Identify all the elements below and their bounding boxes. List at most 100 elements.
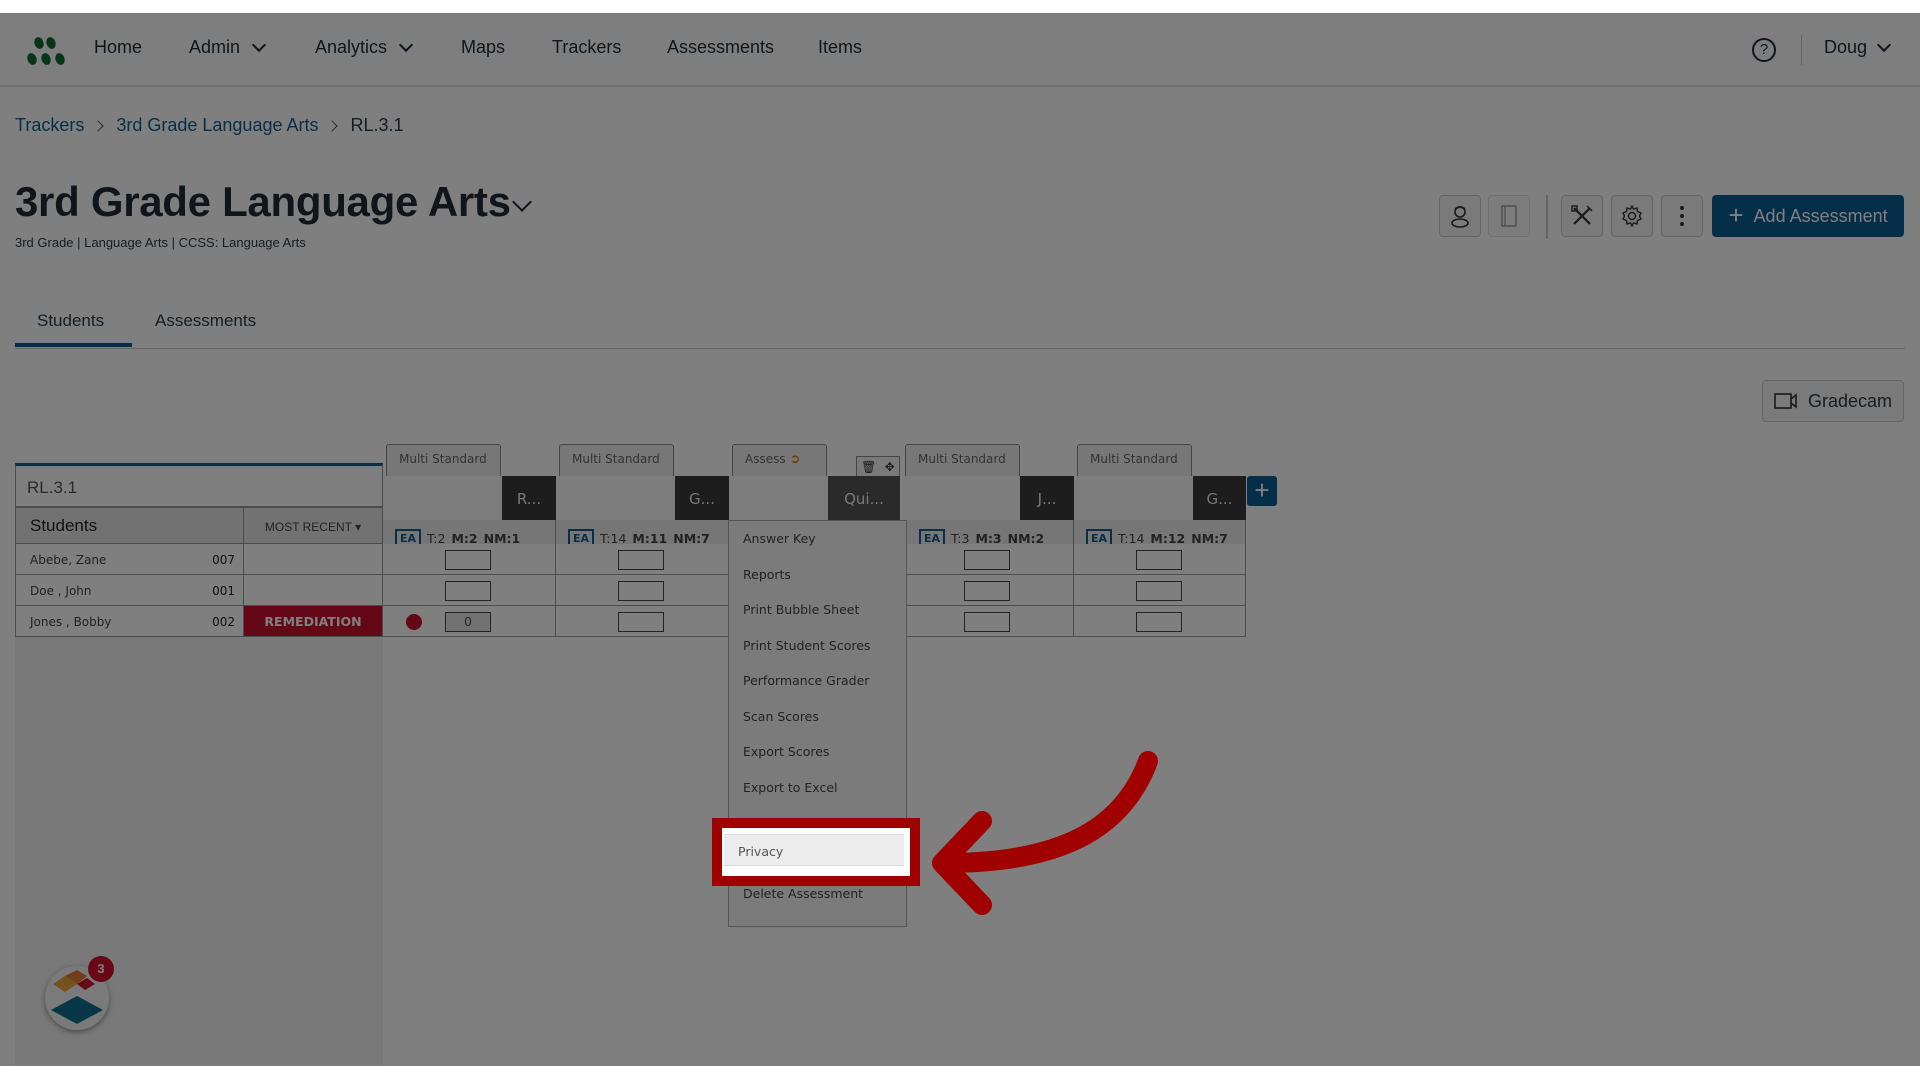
page-subtitle: 3rd Grade | Language Arts | CCSS: Langua… xyxy=(15,235,306,250)
student-row[interactable]: Doe , John 001 xyxy=(15,575,383,606)
chevron-down-icon xyxy=(251,37,267,52)
score-cell xyxy=(902,606,1074,637)
nav-trackers[interactable]: Trackers xyxy=(552,37,621,58)
toolbar-divider xyxy=(1546,195,1548,239)
add-column-button[interactable]: + xyxy=(1247,476,1277,506)
more-options-button[interactable] xyxy=(1661,195,1703,237)
notebook-button[interactable] xyxy=(1488,195,1530,237)
score-input[interactable] xyxy=(445,550,491,570)
score-input[interactable] xyxy=(964,581,1010,601)
nav-assessments[interactable]: Assessments xyxy=(667,37,774,58)
score-input[interactable] xyxy=(1136,581,1182,601)
score-cell: 0 xyxy=(383,606,556,637)
gradecam-button[interactable]: Gradecam xyxy=(1762,380,1904,422)
question-circle-icon[interactable]: ? xyxy=(1752,38,1776,62)
user-menu[interactable]: Doug xyxy=(1824,37,1892,58)
column-type-tab[interactable]: Multi Standard xyxy=(1077,444,1192,476)
nav-items-label: Items xyxy=(818,37,863,57)
score-input[interactable] xyxy=(1136,550,1182,570)
assessment-name-cell[interactable]: J... xyxy=(1020,476,1074,520)
score-input[interactable]: 0 xyxy=(445,612,491,632)
nav-maps[interactable]: Maps xyxy=(461,37,505,58)
page: Home Admin Analytics Maps Trackers Asses… xyxy=(0,13,1920,1066)
score-input[interactable] xyxy=(618,550,664,570)
column-type-tab[interactable]: Multi Standard xyxy=(559,444,674,476)
breadcrumb-current: RL.3.1 xyxy=(350,115,404,135)
column-action-tray: 🗑 ✥ xyxy=(856,456,900,476)
help-widget[interactable]: 3 xyxy=(45,956,114,1030)
sort-most-recent-dropdown[interactable]: MOST RECENT ▾ xyxy=(244,507,383,544)
column-type-tab[interactable]: Multi Standard xyxy=(905,444,1020,476)
score-input[interactable] xyxy=(964,612,1010,632)
student-name-cell[interactable]: Doe , John 001 xyxy=(15,575,244,606)
standard-label: RL.3.1 xyxy=(15,463,383,507)
title-dropdown-chevron-icon[interactable] xyxy=(512,192,532,212)
menu-item-print-student-scores[interactable]: Print Student Scores xyxy=(729,628,906,664)
score-input[interactable] xyxy=(964,550,1010,570)
tab-students[interactable]: Students xyxy=(37,311,104,331)
chevron-right-icon xyxy=(326,119,339,132)
assessment-name-cell[interactable]: R... xyxy=(502,476,556,520)
score-input[interactable] xyxy=(445,581,491,601)
student-status-cell xyxy=(244,575,383,606)
student-view-button[interactable] xyxy=(1439,195,1481,237)
menu-item-reports[interactable]: Reports xyxy=(729,557,906,593)
column-header xyxy=(1074,476,1193,520)
chevron-down-icon xyxy=(398,37,414,52)
more-vertical-icon xyxy=(1680,206,1684,226)
nav-analytics-label: Analytics xyxy=(315,37,388,57)
tools-button[interactable] xyxy=(1561,195,1603,237)
students-header: Students xyxy=(15,507,244,544)
menu-item-export-to-excel[interactable]: Export to Excel xyxy=(729,770,906,806)
score-cell xyxy=(556,606,729,637)
move-icon[interactable]: ✥ xyxy=(885,460,895,474)
tab-assessments[interactable]: Assessments xyxy=(155,311,256,331)
caret-down-icon: ▾ xyxy=(355,520,362,534)
student-row[interactable]: Jones , Bobby 002 REMEDIATION xyxy=(15,606,383,637)
logo-icon[interactable] xyxy=(26,35,70,67)
nav-home[interactable]: Home xyxy=(94,37,142,58)
nav-items[interactable]: Items xyxy=(818,37,862,58)
chevron-right-icon xyxy=(92,119,105,132)
menu-item-performance-grader[interactable]: Performance Grader xyxy=(729,663,906,699)
assessment-name-cell[interactable]: G... xyxy=(675,476,729,520)
student-row[interactable]: Abebe, Zane 007 xyxy=(15,544,383,575)
menu-item-answer-key[interactable]: Answer Key xyxy=(729,521,906,557)
score-input[interactable] xyxy=(618,581,664,601)
score-input[interactable] xyxy=(1136,612,1182,632)
column-type-tab[interactable]: Multi Standard xyxy=(386,444,501,476)
column-header xyxy=(729,476,828,520)
score-input[interactable] xyxy=(618,612,664,632)
menu-item-privacy-highlighted[interactable]: Privacy xyxy=(724,834,904,866)
highlight-box: Privacy xyxy=(712,818,920,886)
tools-icon xyxy=(1571,205,1593,225)
gear-icon xyxy=(1622,204,1642,228)
score-cell xyxy=(902,544,1074,575)
menu-item-scan-scores[interactable]: Scan Scores xyxy=(729,699,906,735)
score-cell xyxy=(556,575,729,606)
student-name: Abebe, Zane xyxy=(30,553,107,567)
breadcrumb-trackers[interactable]: Trackers xyxy=(15,115,84,136)
nav-admin[interactable]: Admin xyxy=(189,37,267,58)
breadcrumb-tracker[interactable]: 3rd Grade Language Arts xyxy=(116,115,318,136)
settings-button[interactable] xyxy=(1611,195,1653,237)
notification-badge: 3 xyxy=(88,956,114,982)
assessment-name-cell[interactable]: G... xyxy=(1193,476,1246,520)
nav-maps-label: Maps xyxy=(461,37,506,57)
score-cell xyxy=(1074,606,1246,637)
top-nav: Home Admin Analytics Maps Trackers Asses… xyxy=(0,13,1920,87)
assessment-name-cell[interactable]: Qui... xyxy=(828,476,900,520)
annotation-arrow-icon xyxy=(932,751,1158,915)
column-header xyxy=(556,476,675,520)
student-name-cell[interactable]: Jones , Bobby 002 xyxy=(15,606,244,637)
menu-item-export-scores[interactable]: Export Scores xyxy=(729,734,906,770)
nav-analytics[interactable]: Analytics xyxy=(315,37,414,58)
student-name-cell[interactable]: Abebe, Zane 007 xyxy=(15,544,244,575)
add-assessment-button[interactable]: + Add Assessment xyxy=(1712,195,1904,237)
assess-tab[interactable]: Assess ➲ xyxy=(732,444,827,476)
menu-item-print-bubble-sheet[interactable]: Print Bubble Sheet xyxy=(729,592,906,628)
score-cell xyxy=(1074,575,1246,606)
active-tab-indicator xyxy=(15,343,132,347)
trash-icon[interactable]: 🗑 xyxy=(861,460,876,474)
student-id: 001 xyxy=(212,584,235,598)
